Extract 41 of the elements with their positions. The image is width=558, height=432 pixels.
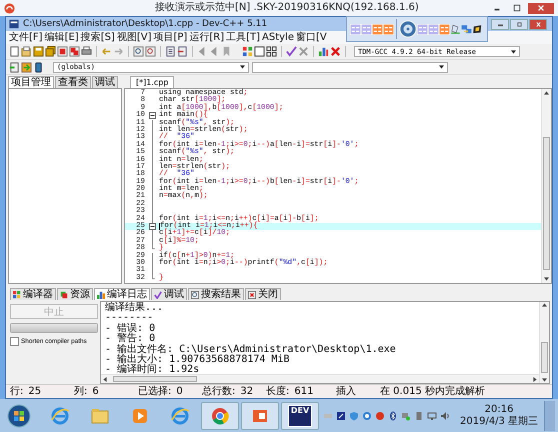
status-value: 6 xyxy=(92,386,99,398)
tab[interactable]: 项目管理 xyxy=(8,76,54,88)
menu-item[interactable]: 运行[R] xyxy=(188,32,226,44)
tab[interactable]: 调试 xyxy=(92,76,118,88)
menu-item[interactable]: AStyle xyxy=(261,32,295,44)
status-value: 0 xyxy=(176,386,183,398)
file-tab[interactable]: [*]1.cpp xyxy=(130,76,174,88)
log-line: 编译结果... xyxy=(105,303,164,314)
tab[interactable]: 关闭 xyxy=(245,288,281,300)
window-title: 接收演示或示范中[N] .SKY-20190316KNQ(192.168.1.6) xyxy=(155,2,419,14)
tab[interactable]: 编译器 xyxy=(10,288,56,300)
log-line: - 输出文件名: C:\Users\Administrator\Desktop\1.exe xyxy=(105,344,397,355)
tab[interactable]: 资源 xyxy=(57,288,93,300)
window-title: C:\Users\Administrator\Desktop\1.cpp - Dev-C++ 5.11 xyxy=(23,19,268,29)
tab[interactable]: 搜索结果 xyxy=(188,288,244,300)
status-value: 32 xyxy=(240,386,254,398)
status-label: 总行数: xyxy=(202,386,236,398)
menu-item[interactable]: 窗口[V xyxy=(295,32,328,44)
tab[interactable]: 调试 xyxy=(151,288,187,300)
log-line: - 警告: 0 xyxy=(105,334,156,344)
status-label: 行: xyxy=(10,386,24,398)
menu-item[interactable]: 搜索[S] xyxy=(80,32,116,44)
status-label: 长度: xyxy=(266,386,290,398)
status-label: 列: xyxy=(74,386,88,398)
menu-item[interactable]: 文件[F] xyxy=(8,32,44,44)
status-value: 25 xyxy=(28,386,42,398)
tab[interactable]: 编译日志 xyxy=(94,288,150,300)
taskbar-button[interactable]: DEV xyxy=(281,402,319,430)
log-line: - 编译时间: 1.92s xyxy=(105,365,200,376)
status-value: 611 xyxy=(294,386,314,398)
tab[interactable]: 查看类 xyxy=(55,76,91,88)
menu-item[interactable]: 项目[P] xyxy=(152,32,188,44)
status-label: 已选择: xyxy=(138,386,172,398)
menu-item[interactable]: 视图[V] xyxy=(116,32,152,44)
log-line: - 错误: 0 xyxy=(105,324,156,334)
insert-mode-indicator: 插入 xyxy=(336,386,357,398)
menu-item[interactable]: 工具[T] xyxy=(225,32,262,44)
status-message: 在 0.015 秒内完成解析 xyxy=(380,386,485,398)
menu-item[interactable]: 编辑[E] xyxy=(44,32,80,44)
clock[interactable]: 20:16 2019/4/3 星期三 xyxy=(460,404,538,428)
log-line: -------- xyxy=(105,313,154,324)
